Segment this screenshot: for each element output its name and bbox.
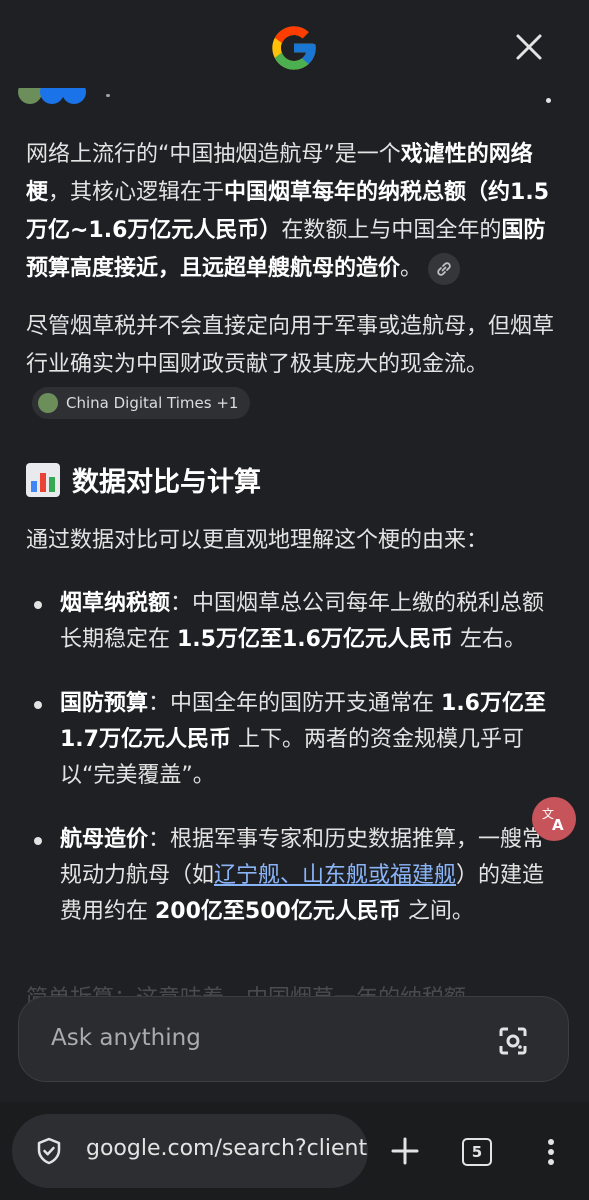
bold-text: 烟草纳税额 [60, 591, 171, 616]
intro-text: 通过数据对比可以更直观地理解这个梗的由来： [26, 528, 489, 553]
bold-text: 国防预算 [60, 691, 149, 716]
bullet-list: 烟草纳税额：中国烟草总公司每年上缴的税利总额长期稳定在 1.5万亿至1.6万亿元… [26, 586, 566, 958]
more-menu-button[interactable] [536, 1132, 566, 1172]
text-run: ，其核心逻辑在于 [48, 180, 225, 205]
svg-text:A: A [552, 816, 564, 833]
browser-toolbar: google.com/search?client 5 [0, 1102, 589, 1200]
source-chip-label: China Digital Times +1 [66, 394, 239, 412]
source-chip[interactable]: China Digital Times +1 [32, 387, 251, 419]
ask-input-bar[interactable]: Ask anything [18, 996, 569, 1082]
text-run: 。 [400, 256, 423, 281]
bold-text: 航母造价 [60, 827, 149, 852]
close-icon [516, 34, 542, 60]
answer-paragraph-2: 尽管烟草税并不会直接定向用于军事或造航母，但烟草行业确实为中国财政贡献了极其庞大… [26, 308, 566, 422]
vertical-dots-icon [548, 1139, 554, 1165]
text-run: 网络上流行的“中国抽烟造航母”是一个 [26, 142, 401, 167]
top-bar [0, 0, 589, 92]
china-digital-times-favicon-icon [38, 393, 58, 413]
bullet-dot [34, 601, 42, 609]
close-button[interactable] [506, 24, 552, 70]
new-tab-button[interactable] [384, 1130, 426, 1172]
separator-dot [106, 94, 110, 97]
google-logo [272, 26, 316, 70]
translate-button[interactable]: 文 A [532, 797, 576, 841]
text-run: ：中国全年的国防开支通常在 [148, 691, 442, 716]
heading-text: 数据对比与计算 [72, 467, 261, 498]
tab-switcher-button[interactable]: 5 [462, 1138, 492, 1166]
list-item: 航母造价：根据军事专家和历史数据推算，一艘常规动力航母（如辽宁舰、山东舰或福建舰… [26, 822, 566, 930]
plus-icon [391, 1137, 419, 1165]
bar-chart-icon [26, 462, 60, 497]
ask-input-placeholder[interactable]: Ask anything [51, 1025, 201, 1051]
link-icon[interactable] [428, 253, 461, 285]
text-run: 左右。 [452, 627, 526, 652]
inline-link[interactable]: 辽宁舰、山东舰或福建舰 [214, 863, 456, 888]
source-favicons-icon [18, 88, 86, 104]
camera-lens-icon [499, 1027, 527, 1055]
answer-paragraph-1: 网络上流行的“中国抽烟造航母”是一个戏谑性的网络梗，其核心逻辑在于中国烟草每年的… [26, 136, 566, 288]
site-info-shield-icon[interactable] [34, 1136, 64, 1166]
source-avatars[interactable] [18, 88, 98, 110]
bullet-dot [34, 701, 42, 709]
bold-text: 200亿至500亿元人民币 [155, 899, 401, 924]
translate-icon: 文 A [542, 806, 564, 833]
address-bar[interactable]: google.com/search?client [12, 1114, 368, 1188]
list-item: 烟草纳税额：中国烟草总公司每年上缴的税利总额长期稳定在 1.5万亿至1.6万亿元… [26, 586, 566, 658]
url-text[interactable]: google.com/search?client [86, 1136, 367, 1161]
bullet-dot [34, 837, 42, 845]
answer-content: 网络上流行的“中国抽烟造航母”是一个戏谑性的网络梗，其核心逻辑在于中国烟草每年的… [26, 136, 566, 422]
paragraph-2-text: 尽管烟草税并不会直接定向用于军事或造航母，但烟草行业确实为中国财政贡献了极其庞大… [26, 314, 555, 377]
section-heading: 数据对比与计算 [26, 460, 261, 499]
list-item: 国防预算：中国全年的国防开支通常在 1.6万亿至1.7万亿元人民币 上下。两者的… [26, 686, 566, 794]
lens-button[interactable] [493, 1021, 533, 1061]
bold-text: 1.5万亿至1.6万亿元人民币 [177, 627, 453, 652]
text-run: 之间。 [400, 899, 474, 924]
text-run: 在数额上与中国全年的 [281, 218, 502, 243]
more-options-dot[interactable] [546, 98, 551, 103]
